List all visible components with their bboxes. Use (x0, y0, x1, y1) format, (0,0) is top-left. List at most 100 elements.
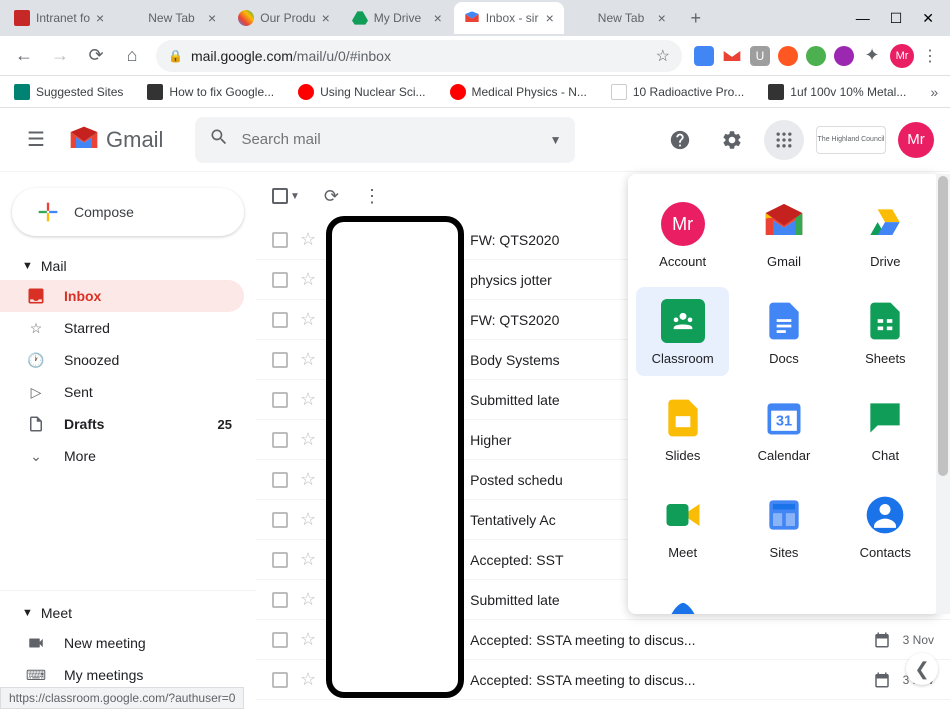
minimize-button[interactable]: — (856, 10, 870, 27)
row-checkbox[interactable] (272, 472, 288, 488)
close-icon[interactable]: × (546, 10, 554, 26)
app-item-contacts[interactable]: Contacts (839, 481, 932, 570)
search-input[interactable] (241, 131, 549, 148)
side-panel-toggle[interactable]: ❮ (906, 653, 938, 685)
ext-translate-icon[interactable] (694, 46, 714, 66)
tab-intranet[interactable]: Intranet fo× (4, 2, 114, 34)
sidebar-item-new-meeting[interactable]: New meeting (0, 627, 244, 659)
meet-section-header[interactable]: ▼Meet (0, 599, 256, 627)
app-item-meet[interactable]: Meet (636, 481, 729, 570)
home-button[interactable]: ⌂ (116, 40, 148, 72)
browser-menu-button[interactable]: ⋮ (918, 46, 942, 66)
close-icon[interactable]: × (322, 10, 330, 26)
support-button[interactable] (660, 120, 700, 160)
row-checkbox[interactable] (272, 592, 288, 608)
app-item-gmail[interactable]: Gmail (737, 190, 830, 279)
star-icon[interactable]: ☆ (300, 309, 316, 330)
tab-newtab2[interactable]: New Tab× (566, 2, 676, 34)
search-options-button[interactable]: ▼ (550, 133, 562, 147)
bookmark-radioactive[interactable]: 10 Radioactive Pro... (605, 80, 750, 104)
star-icon[interactable]: ☆ (300, 509, 316, 530)
app-item-sheets[interactable]: Sheets (839, 287, 932, 376)
tab-inbox[interactable]: Inbox - sir× (454, 2, 564, 34)
app-item-slides[interactable]: Slides (636, 384, 729, 473)
bookmark-metal[interactable]: 1uf 100v 10% Metal... (762, 80, 912, 104)
refresh-button[interactable]: ⟳ (324, 186, 339, 207)
bookmark-nuclear[interactable]: Using Nuclear Sci... (292, 80, 431, 104)
apps-launcher-button[interactable] (764, 120, 804, 160)
row-checkbox[interactable] (272, 392, 288, 408)
sidebar-item-more[interactable]: ⌄More (0, 440, 244, 472)
star-icon[interactable]: ☆ (300, 469, 316, 490)
new-tab-button[interactable]: + (682, 4, 710, 32)
close-icon[interactable]: × (434, 10, 442, 26)
app-item-docs[interactable]: Docs (737, 287, 830, 376)
gmail-logo[interactable]: Gmail (68, 124, 163, 156)
row-checkbox[interactable] (272, 352, 288, 368)
tab-newtab1[interactable]: New Tab× (116, 2, 226, 34)
ext-orange-icon[interactable] (778, 46, 798, 66)
back-button[interactable]: ← (8, 40, 40, 72)
sidebar-item-sent[interactable]: ▷Sent (0, 376, 244, 408)
apps-scrollbar[interactable] (936, 174, 950, 614)
more-actions-button[interactable]: ⋮ (363, 186, 381, 207)
tab-drive[interactable]: My Drive× (342, 2, 452, 34)
row-checkbox[interactable] (272, 552, 288, 568)
sidebar-item-starred[interactable]: ☆Starred (0, 312, 244, 344)
ext-gmail-icon[interactable] (722, 46, 742, 66)
app-item-calendar[interactable]: 31Calendar (737, 384, 830, 473)
app-item-account[interactable]: MrAccount (636, 190, 729, 279)
extension-icons: U ✦ (690, 46, 886, 66)
close-icon[interactable]: × (96, 10, 104, 26)
star-icon[interactable]: ☆ (300, 269, 316, 290)
forward-button[interactable]: → (44, 40, 76, 72)
search-box[interactable]: ▼ (195, 117, 575, 163)
app-item-chat[interactable]: Chat (839, 384, 932, 473)
star-icon[interactable]: ☆ (300, 669, 316, 690)
ext-u-icon[interactable]: U (750, 46, 770, 66)
bookmark-google-fix[interactable]: How to fix Google... (141, 80, 280, 104)
settings-button[interactable] (712, 120, 752, 160)
bookmark-medical[interactable]: Medical Physics - N... (444, 80, 593, 104)
ext-green-icon[interactable] (806, 46, 826, 66)
address-bar[interactable]: 🔒 mail.google.com/mail/u/0/#inbox ☆ (156, 40, 682, 72)
reload-button[interactable]: ⟳ (80, 40, 112, 72)
select-all-checkbox[interactable]: ▼ (272, 188, 300, 204)
star-icon[interactable]: ☆ (300, 629, 316, 650)
close-icon[interactable]: × (208, 10, 216, 26)
close-window-button[interactable]: ✕ (922, 10, 934, 27)
row-checkbox[interactable] (272, 432, 288, 448)
profile-avatar[interactable]: Mr (890, 44, 914, 68)
sidebar-item-snoozed[interactable]: 🕐Snoozed (0, 344, 244, 376)
bookmarks-overflow-button[interactable]: » (924, 84, 944, 100)
app-item-drive[interactable]: Drive (839, 190, 932, 279)
star-icon[interactable]: ☆ (300, 589, 316, 610)
star-icon[interactable]: ☆ (300, 549, 316, 570)
row-checkbox[interactable] (272, 232, 288, 248)
star-icon[interactable]: ☆ (300, 429, 316, 450)
star-icon[interactable]: ☆ (300, 389, 316, 410)
row-checkbox[interactable] (272, 632, 288, 648)
app-item-partial[interactable] (636, 578, 729, 614)
row-checkbox[interactable] (272, 512, 288, 528)
star-icon[interactable]: ☆ (300, 349, 316, 370)
bookmark-star-icon[interactable]: ☆ (656, 46, 670, 66)
tab-google[interactable]: Our Produ× (228, 2, 340, 34)
bookmark-suggested[interactable]: Suggested Sites (8, 80, 129, 104)
app-item-sites[interactable]: Sites (737, 481, 830, 570)
row-checkbox[interactable] (272, 272, 288, 288)
row-checkbox[interactable] (272, 672, 288, 688)
ext-purple-icon[interactable] (834, 46, 854, 66)
account-avatar[interactable]: Mr (898, 122, 934, 158)
close-icon[interactable]: × (658, 10, 666, 26)
maximize-button[interactable]: ☐ (890, 10, 903, 27)
compose-button[interactable]: Compose (12, 188, 244, 236)
main-menu-button[interactable]: ☰ (16, 120, 56, 160)
app-item-classroom[interactable]: Classroom (636, 287, 729, 376)
sidebar-item-inbox[interactable]: Inbox (0, 280, 244, 312)
mail-section-header[interactable]: ▼Mail (0, 252, 256, 280)
sidebar-item-drafts[interactable]: Drafts25 (0, 408, 244, 440)
star-icon[interactable]: ☆ (300, 229, 316, 250)
extensions-icon[interactable]: ✦ (862, 46, 882, 66)
row-checkbox[interactable] (272, 312, 288, 328)
